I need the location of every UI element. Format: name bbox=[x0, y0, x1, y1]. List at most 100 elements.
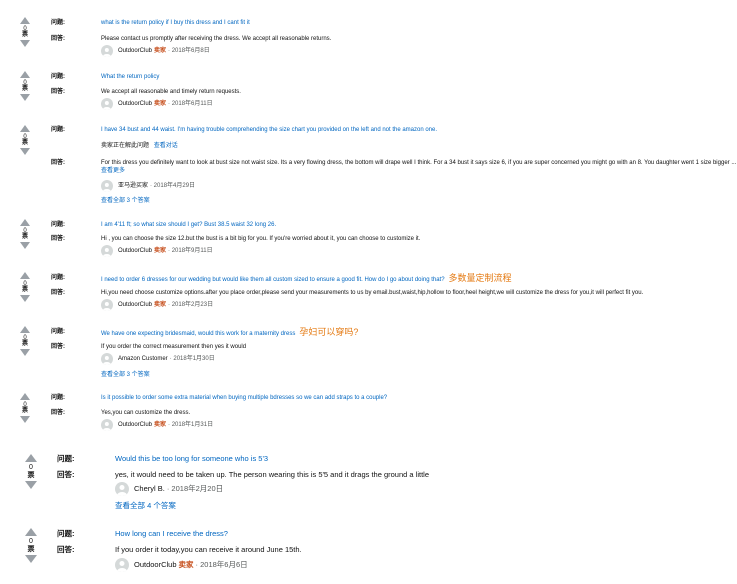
downvote-icon[interactable] bbox=[25, 555, 37, 563]
seller-badge: 卖家 bbox=[178, 560, 194, 569]
answer-meta: Amazon Customer · 2018年1月30日 bbox=[101, 353, 215, 365]
upvote-icon[interactable] bbox=[20, 17, 30, 24]
vote-widget: 0 票 bbox=[18, 125, 32, 155]
answer-label: 回答: bbox=[51, 410, 65, 416]
upvote-icon[interactable] bbox=[25, 454, 37, 462]
seller-answering-note: 卖家正在解此问题 查看对话 bbox=[101, 142, 178, 150]
answer-label: 回答: bbox=[51, 290, 65, 296]
question-link[interactable]: I need to order 6 dresses for our weddin… bbox=[101, 274, 512, 284]
avatar-icon bbox=[115, 558, 129, 572]
answer-date: · 2018年6月6日 bbox=[195, 560, 248, 569]
answer-meta: 亚马逊买家 · 2018年4月29日 bbox=[101, 180, 195, 192]
downvote-icon[interactable] bbox=[20, 148, 30, 155]
answer-author[interactable]: OutdoorClub bbox=[118, 47, 152, 55]
answer-author[interactable]: OutdoorClub bbox=[118, 247, 152, 255]
question-link[interactable]: I have 34 bust and 44 waist. I'm having … bbox=[101, 126, 437, 134]
view-conversation-link[interactable]: 查看对话 bbox=[154, 143, 178, 149]
answer-text: We accept all reasonable and timely retu… bbox=[101, 89, 241, 95]
avatar-icon bbox=[101, 353, 113, 365]
see-all-answers-link[interactable]: 查看全部 3 个答案 bbox=[101, 197, 150, 205]
answer-meta: OutdoorClub 卖家 · 2018年1月31日 bbox=[101, 419, 213, 431]
upvote-icon[interactable] bbox=[20, 219, 30, 226]
question-label: 问题: bbox=[51, 275, 65, 281]
answer-label: 回答: bbox=[57, 545, 75, 554]
answer-meta: OutdoorClub 卖家 · 2018年6月6日 bbox=[115, 558, 248, 572]
vote-label: 票 bbox=[21, 287, 28, 293]
seller-badge: 卖家 bbox=[154, 302, 167, 308]
downvote-icon[interactable] bbox=[20, 295, 30, 302]
answer-author[interactable]: OutdoorClub bbox=[134, 560, 177, 570]
answer-author[interactable]: 亚马逊买家 bbox=[118, 182, 148, 190]
question-text: I need to order 6 dresses for our weddin… bbox=[101, 277, 445, 283]
vote-widget: 0 票 bbox=[24, 528, 38, 563]
annotation-note: 孕妇可以穿吗? bbox=[299, 327, 359, 337]
answer-label: 回答: bbox=[51, 36, 65, 42]
upvote-icon[interactable] bbox=[20, 71, 30, 78]
question-link[interactable]: We have one expecting bridesmaid, would … bbox=[101, 328, 358, 338]
vote-label: 票 bbox=[21, 140, 28, 146]
question-link[interactable]: what is the return policy if I buy this … bbox=[101, 19, 250, 27]
answer-label: 回答: bbox=[57, 470, 75, 479]
see-more-link[interactable]: 查看更多 bbox=[101, 168, 125, 174]
question-link[interactable]: Is it possible to order some extra mater… bbox=[101, 394, 387, 402]
see-all-answers-link[interactable]: 查看全部 3 个答案 bbox=[101, 371, 150, 379]
answer-author[interactable]: OutdoorClub bbox=[118, 301, 152, 309]
answer-label: 回答: bbox=[51, 89, 65, 95]
answer-date: · 2018年6月8日 bbox=[168, 48, 210, 54]
upvote-icon[interactable] bbox=[20, 326, 30, 333]
downvote-icon[interactable] bbox=[25, 481, 37, 489]
answer-text: For this dress you definitely want to lo… bbox=[101, 159, 737, 175]
question-link[interactable]: I am 4'11 ft; so what size should I get?… bbox=[101, 221, 276, 229]
downvote-icon[interactable] bbox=[20, 40, 30, 47]
answer-label: 回答: bbox=[51, 344, 65, 350]
question-label: 问题: bbox=[51, 222, 65, 228]
annotation-note: 多数量定制流程 bbox=[448, 273, 512, 283]
question-link[interactable]: What the return policy bbox=[101, 73, 159, 81]
vote-widget: 0 票 bbox=[18, 17, 32, 47]
answer-author[interactable]: OutdoorClub bbox=[118, 100, 152, 108]
upvote-icon[interactable] bbox=[20, 125, 30, 132]
answer-text: If you order it today,you can receive it… bbox=[115, 545, 302, 554]
upvote-icon[interactable] bbox=[20, 393, 30, 400]
avatar-icon bbox=[101, 45, 113, 57]
seller-badge: 卖家 bbox=[154, 48, 167, 54]
question-label: 问题: bbox=[51, 74, 65, 80]
avatar-icon bbox=[101, 245, 113, 257]
answer-date: · 2018年4月29日 bbox=[150, 183, 196, 189]
question-text: We have one expecting bridesmaid, would … bbox=[101, 331, 296, 337]
downvote-icon[interactable] bbox=[20, 349, 30, 356]
question-link[interactable]: How long can I receive the dress? bbox=[115, 529, 228, 539]
avatar-icon bbox=[101, 419, 113, 431]
vote-label: 票 bbox=[21, 32, 28, 38]
question-label: 问题: bbox=[57, 529, 75, 538]
answer-text: If you order the correct measurement the… bbox=[101, 344, 247, 350]
answer-author[interactable]: Cheryl B. bbox=[134, 484, 165, 494]
vote-widget: 0 票 bbox=[18, 71, 32, 101]
vote-widget: 0 票 bbox=[18, 393, 32, 423]
downvote-icon[interactable] bbox=[20, 94, 30, 101]
downvote-icon[interactable] bbox=[20, 416, 30, 423]
question-label: 问题: bbox=[51, 127, 65, 133]
seller-answering-text: 卖家正在解此问题 bbox=[101, 143, 150, 149]
downvote-icon[interactable] bbox=[20, 242, 30, 249]
answer-date: · 2018年2月20日 bbox=[166, 484, 224, 493]
answer-label: 回答: bbox=[51, 160, 65, 166]
see-all-answers-link[interactable]: 查看全部 4 个答案 bbox=[115, 501, 176, 511]
vote-label: 票 bbox=[27, 472, 35, 479]
seller-badge: 卖家 bbox=[154, 248, 167, 254]
vote-widget: 0 票 bbox=[18, 272, 32, 302]
avatar-icon bbox=[115, 482, 129, 496]
answer-author[interactable]: OutdoorClub bbox=[118, 421, 152, 429]
upvote-icon[interactable] bbox=[20, 272, 30, 279]
vote-label: 票 bbox=[21, 408, 28, 414]
answer-date: · 2018年9月11日 bbox=[168, 248, 213, 254]
avatar-icon bbox=[101, 180, 113, 192]
question-label: 问题: bbox=[51, 395, 65, 401]
vote-count: 0 bbox=[29, 538, 33, 545]
answer-author[interactable]: Amazon Customer bbox=[118, 355, 168, 363]
upvote-icon[interactable] bbox=[25, 528, 37, 536]
answer-date: · 2018年1月31日 bbox=[168, 422, 214, 428]
answer-meta: OutdoorClub 卖家 · 2018年6月11日 bbox=[101, 98, 213, 110]
question-link[interactable]: Would this be too long for someone who i… bbox=[115, 454, 268, 464]
avatar-icon bbox=[101, 299, 113, 311]
